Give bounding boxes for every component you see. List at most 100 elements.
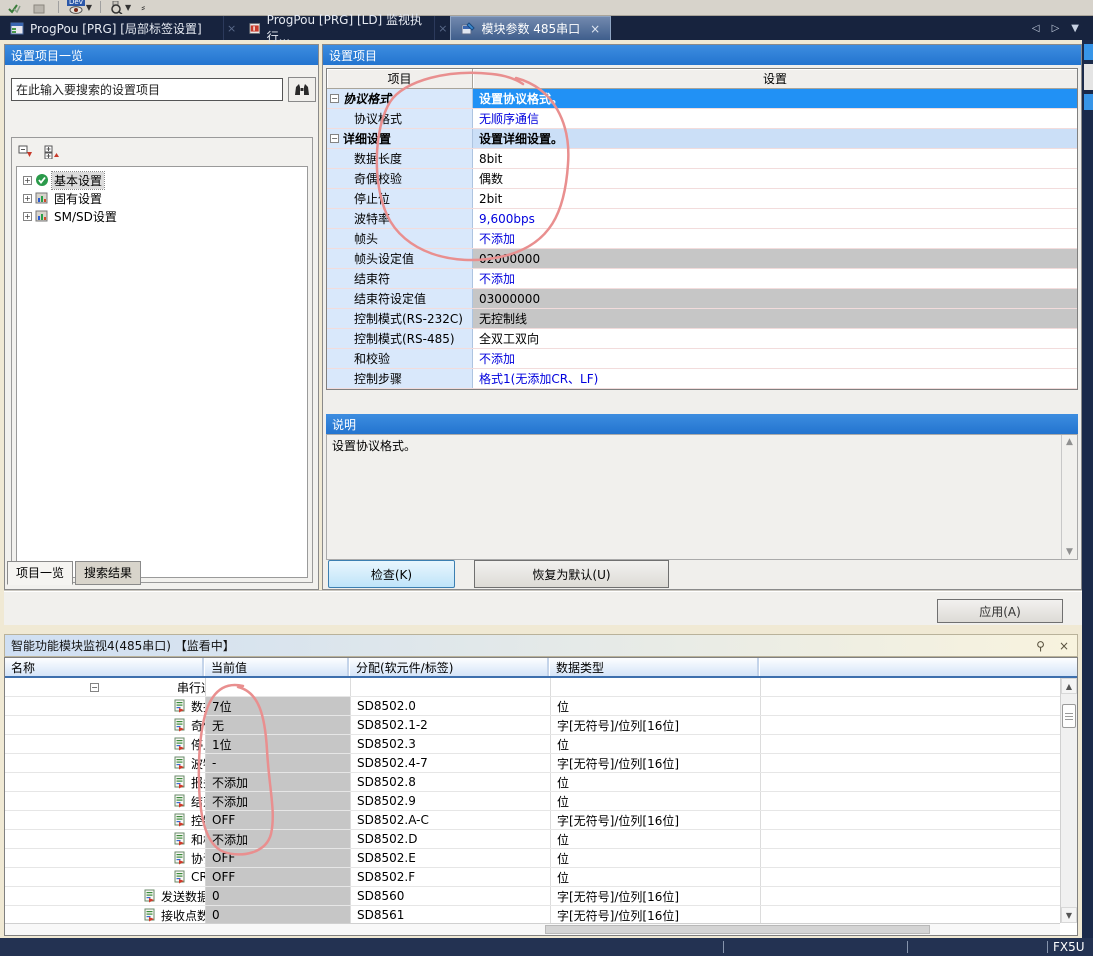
settings-row[interactable]: − 帧头 不添加 [327, 229, 1077, 249]
setting-value-cell[interactable]: 不添加 [473, 349, 1077, 368]
settings-row[interactable]: − 详细设置 设置详细设置。 [327, 129, 1077, 149]
tab-close-icon[interactable]: × [224, 16, 239, 40]
setting-value-cell[interactable]: 设置详细设置。 [473, 129, 1077, 148]
close-icon[interactable]: × [1059, 639, 1069, 653]
expand-plus-icon[interactable]: + [23, 176, 32, 185]
scroll-up-icon[interactable]: ▲ [1066, 437, 1073, 447]
search-button[interactable] [288, 77, 316, 102]
current-value-cell[interactable]: 不添加 [205, 792, 350, 810]
setting-value-cell[interactable]: 无顺序通信 [473, 109, 1077, 128]
settings-row[interactable]: − 控制步骤 格式1(无添加CR、LF) [327, 369, 1077, 389]
scrollbar-thumb[interactable] [1062, 704, 1076, 728]
tab-close-icon[interactable]: × [590, 22, 600, 36]
settings-row[interactable]: − 结束符设定值 03000000 [327, 289, 1077, 309]
setting-value-cell[interactable]: 设置协议格式。 [473, 89, 1077, 108]
column-header-current-value[interactable]: 当前值 [205, 658, 350, 676]
expand-all-button[interactable] [42, 143, 62, 160]
setting-value-cell[interactable]: 偶数 [473, 169, 1077, 188]
setting-value-cell[interactable]: 不添加 [473, 269, 1077, 288]
tab-item-list[interactable]: 项目一览 [7, 561, 73, 585]
settings-row[interactable]: − 和校验 不添加 [327, 349, 1077, 369]
setting-value-cell[interactable]: 03000000 [473, 289, 1077, 308]
apply-button[interactable]: 应用(A) [937, 599, 1063, 623]
monitor-row[interactable]: 波特率 - SD8502.4-7 字[无符号]/位列[16位] [5, 754, 1060, 773]
scrollbar-thumb[interactable] [545, 925, 930, 934]
current-value-cell[interactable]: 不添加 [205, 773, 350, 791]
setting-value-cell[interactable]: 不添加 [473, 229, 1077, 248]
check-program-icon[interactable] [4, 0, 24, 14]
tree-item-basic-settings[interactable]: + 基本设置 [23, 171, 307, 189]
settings-row[interactable]: − 控制模式(RS-232C) 无控制线 [327, 309, 1077, 329]
current-value-cell[interactable]: - [205, 754, 350, 772]
monitor-group-row[interactable]: − 串行通信设定 [5, 678, 1060, 697]
tab-search-result[interactable]: 搜索结果 [75, 561, 141, 585]
current-value-cell[interactable]: 0 [205, 906, 350, 923]
settings-row[interactable]: − 协议格式 无顺序通信 [327, 109, 1077, 129]
current-value-cell[interactable]: OFF [205, 849, 350, 867]
column-header-name[interactable]: 名称 [5, 658, 205, 676]
toolbar-overflow-button[interactable]: ⸗ [137, 0, 149, 14]
check-button[interactable]: 检查(K) [328, 560, 455, 588]
setting-value-cell[interactable]: 全双工双向 [473, 329, 1077, 348]
monitor-row[interactable]: 和校验 不添加 SD8502.D 位 [5, 830, 1060, 849]
setting-value-cell[interactable]: 02000000 [473, 249, 1077, 268]
current-value-cell[interactable]: 0 [205, 887, 350, 905]
search-input[interactable] [11, 78, 283, 101]
settings-row[interactable]: − 停止位 2bit [327, 189, 1077, 209]
monitor-row[interactable]: 停止位 1位 SD8502.3 位 [5, 735, 1060, 754]
horizontal-scrollbar[interactable] [5, 923, 1060, 935]
expand-plus-icon[interactable]: + [23, 212, 32, 221]
scroll-up-icon[interactable]: ▲ [1061, 678, 1077, 694]
monitor-row[interactable]: 奇偶校验 无 SD8502.1-2 字[无符号]/位列[16位] [5, 716, 1060, 735]
tab-scroll-left-icon[interactable]: ◁ [1032, 23, 1040, 34]
scroll-down-icon[interactable]: ▼ [1061, 907, 1077, 923]
tab-close-icon[interactable]: × [435, 16, 450, 40]
vertical-scrollbar[interactable]: ▲ ▼ [1060, 678, 1077, 923]
settings-row[interactable]: − 结束符 不添加 [327, 269, 1077, 289]
tab-list-dropdown-icon[interactable]: ▼ [1071, 23, 1079, 34]
column-header-data-type[interactable]: 数据类型 [550, 658, 760, 676]
tab-module-parameter-485[interactable]: 模块参数 485串口 × [450, 16, 611, 40]
settings-row[interactable]: − 波特率 9,600bps [327, 209, 1077, 229]
monitor-row[interactable]: 数据长度 7位 SD8502.0 位 [5, 697, 1060, 716]
column-header-item[interactable]: 项目 [327, 69, 473, 89]
settings-row[interactable]: − 协议格式 设置协议格式。 [327, 89, 1077, 109]
expand-minus-icon[interactable]: − [330, 134, 339, 143]
setting-value-cell[interactable]: 9,600bps [473, 209, 1077, 228]
expand-minus-icon[interactable]: − [90, 683, 99, 692]
setting-value-cell[interactable]: 8bit [473, 149, 1077, 168]
monitor-row[interactable]: CR/LF OFF SD8502.F 位 [5, 868, 1060, 887]
restore-default-button[interactable]: 恢复为默认(U) [474, 560, 669, 588]
monitor-row[interactable]: 结束符 不添加 SD8502.9 位 [5, 792, 1060, 811]
device-display-button[interactable]: Dev ▼ [67, 0, 92, 14]
column-header-device[interactable]: 分配(软元件/标签) [350, 658, 550, 676]
expand-minus-icon[interactable]: − [330, 94, 339, 103]
setting-value-cell[interactable]: 2bit [473, 189, 1077, 208]
collapse-all-button[interactable] [16, 143, 36, 160]
monitor-row[interactable]: 接收点数的监控 0 SD8561 字[无符号]/位列[16位] [5, 906, 1060, 923]
current-value-cell[interactable]: 无 [205, 716, 350, 734]
current-value-cell[interactable]: 1位 [205, 735, 350, 753]
column-header-value[interactable]: 设置 [473, 69, 1077, 89]
settings-row[interactable]: − 数据长度 8bit [327, 149, 1077, 169]
current-value-cell[interactable]: OFF [205, 811, 350, 829]
tab-progpou-local-labels[interactable]: ProgPou [PRG] [局部标签设置] [0, 16, 224, 40]
monitor-row[interactable]: 控制模式 OFF SD8502.A-C 字[无符号]/位列[16位] [5, 811, 1060, 830]
current-value-cell[interactable]: OFF [205, 868, 350, 886]
tab-scroll-right-icon[interactable]: ▷ [1052, 23, 1060, 34]
tree-item-inherent-settings[interactable]: + 固有设置 [23, 189, 307, 207]
monitor-row[interactable]: 协议 OFF SD8502.E 位 [5, 849, 1060, 868]
settings-row[interactable]: − 控制模式(RS-485) 全双工双向 [327, 329, 1077, 349]
tab-progpou-ld-monitor[interactable]: ProgPou [PRG] [LD] 监视执行... [239, 16, 435, 40]
settings-row[interactable]: − 奇偶校验 偶数 [327, 169, 1077, 189]
expand-plus-icon[interactable]: + [23, 194, 32, 203]
convert-icon[interactable] [30, 0, 50, 14]
setting-value-cell[interactable]: 格式1(无添加CR、LF) [473, 369, 1077, 388]
pin-icon[interactable]: ⚲ [1036, 639, 1045, 653]
current-value-cell[interactable]: 7位 [205, 697, 350, 715]
device-search-button[interactable]: ▼ [109, 1, 131, 14]
settings-row[interactable]: − 帧头设定值 02000000 [327, 249, 1077, 269]
scroll-down-icon[interactable]: ▼ [1066, 547, 1073, 557]
current-value-cell[interactable]: 不添加 [205, 830, 350, 848]
tree-item-smsd-settings[interactable]: + SM/SD设置 [23, 207, 307, 225]
